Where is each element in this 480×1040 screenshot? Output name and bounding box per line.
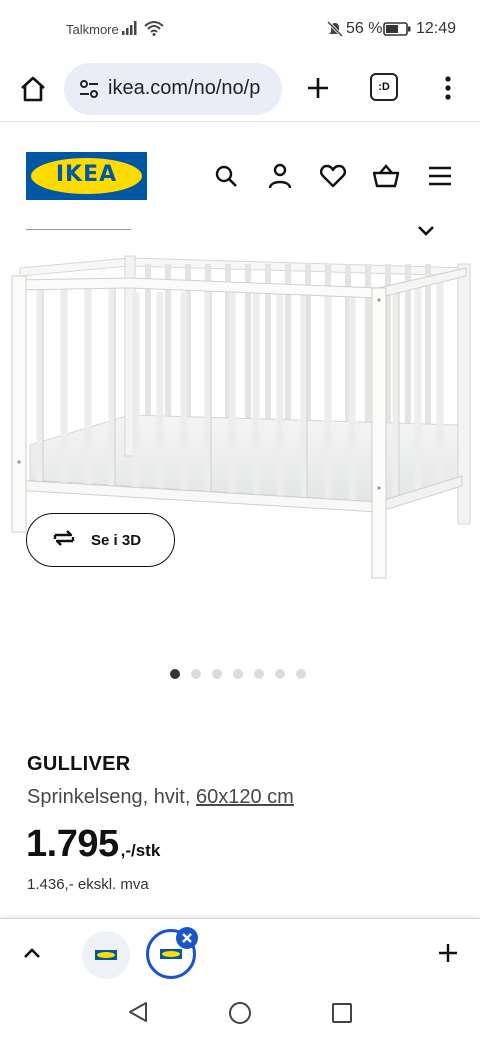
- battery-percent: 56 %: [346, 20, 383, 37]
- system-navigation-bar: [0, 988, 480, 1040]
- carousel-dot[interactable]: [296, 669, 306, 679]
- view-in-3d-button[interactable]: Se i 3D: [26, 513, 175, 567]
- tab-group-bar: [0, 918, 480, 988]
- ikea-logo[interactable]: IKEA: [26, 152, 147, 200]
- scroll-indicator-line: [26, 229, 131, 230]
- chevron-up-icon[interactable]: [20, 941, 44, 970]
- carousel-dot[interactable]: [233, 669, 243, 679]
- search-button[interactable]: [212, 162, 240, 190]
- more-vert-icon: [445, 76, 451, 100]
- browser-toolbar: ikea.com/no/no/p :D: [0, 60, 480, 122]
- heart-icon: [320, 164, 346, 188]
- shopping-bag-icon: [372, 164, 400, 188]
- carousel-dot[interactable]: [275, 669, 285, 679]
- carousel-dot[interactable]: [170, 669, 180, 679]
- tab-thumbnail[interactable]: [82, 931, 130, 979]
- cart-button[interactable]: [372, 162, 400, 190]
- home-circle-icon[interactable]: [228, 1001, 252, 1030]
- signal-icon: [122, 20, 140, 41]
- carrier-name: Talkmore: [66, 22, 119, 37]
- status-bar: Talkmore 56 % 12:49: [0, 0, 480, 60]
- ikea-favicon-icon: [95, 950, 117, 960]
- close-tab-button[interactable]: [176, 927, 198, 949]
- carousel-dot[interactable]: [191, 669, 201, 679]
- new-tab-button[interactable]: [300, 70, 336, 106]
- image-carousel-dots: [170, 669, 306, 679]
- product-type: Sprinkelseng, hvit,: [27, 786, 191, 808]
- browser-menu-button[interactable]: [436, 70, 460, 106]
- clock: 12:49: [416, 20, 457, 37]
- recent-apps-square-icon[interactable]: [331, 1002, 353, 1029]
- address-bar[interactable]: ikea.com/no/no/p: [64, 63, 282, 115]
- tab-switcher-button[interactable]: :D: [370, 73, 398, 101]
- carousel-dot[interactable]: [212, 669, 222, 679]
- menu-icon: [429, 166, 451, 186]
- rotate-3d-icon: [51, 528, 77, 553]
- home-icon: [21, 76, 45, 102]
- back-triangle-icon[interactable]: [126, 1000, 150, 1029]
- user-icon: [268, 163, 292, 189]
- price-excl-vat: 1.436,- ekskl. mva: [27, 876, 149, 893]
- favourites-button[interactable]: [319, 162, 347, 190]
- price-amount: 1.795: [26, 823, 119, 865]
- logo-text: IKEA: [55, 162, 118, 187]
- plus-icon: [439, 944, 457, 962]
- site-settings-icon[interactable]: [78, 78, 100, 105]
- hamburger-menu-button[interactable]: [426, 162, 454, 190]
- site-header: IKEA: [0, 122, 480, 222]
- price-suffix: ,-/stk: [120, 841, 161, 860]
- add-tab-to-group-button[interactable]: [436, 941, 460, 970]
- view-in-3d-label: Se i 3D: [91, 531, 142, 549]
- carousel-dot[interactable]: [254, 669, 264, 679]
- home-button[interactable]: [16, 72, 50, 106]
- product-name: GULLIVER: [27, 753, 131, 775]
- wifi-icon: [144, 20, 164, 41]
- search-icon: [215, 165, 237, 187]
- mute-bell-icon: [326, 20, 344, 42]
- ikea-favicon-icon: [160, 949, 182, 959]
- battery-icon: [383, 22, 411, 41]
- product-description: Sprinkelseng, hvit, 60x120 cm: [27, 786, 294, 809]
- plus-icon: [308, 78, 328, 98]
- product-size-link[interactable]: 60x120 cm: [196, 786, 294, 808]
- close-icon: [182, 933, 192, 943]
- profile-button[interactable]: [266, 162, 294, 190]
- product-price: 1.795 ,-/stk: [26, 823, 160, 866]
- url-text: ikea.com/no/no/p: [108, 77, 261, 99]
